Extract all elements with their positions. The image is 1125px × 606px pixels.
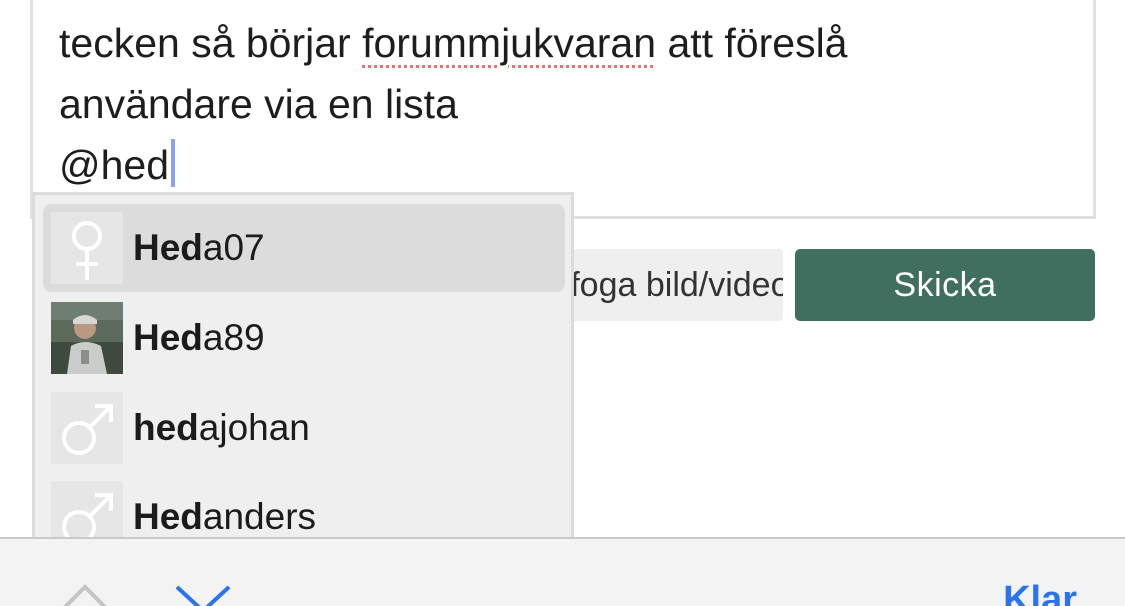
- remaining-text: ajohan: [198, 407, 310, 448]
- mention-username: Heda89: [133, 317, 265, 359]
- attach-media-button[interactable]: Bifoga bild/video: [540, 249, 783, 321]
- matched-text: hed: [133, 407, 199, 448]
- misspelled-word: forummjukvaran: [362, 20, 657, 66]
- message-textarea[interactable]: tecken så börjar forummjukvaran att före…: [30, 0, 1096, 219]
- matched-text: Hed: [133, 227, 203, 268]
- text-caret: [171, 139, 176, 187]
- chevron-up-icon[interactable]: [60, 583, 110, 606]
- text-line-1: tecken så börjar forummjukvaran att före…: [59, 13, 1073, 74]
- profile-photo: [51, 302, 123, 374]
- remaining-text: a07: [202, 227, 265, 268]
- text-line-3: @hed: [59, 135, 1073, 196]
- mention-query: @hed: [59, 142, 170, 188]
- mention-username: hedajohan: [133, 407, 310, 449]
- mention-suggestion-list: Heda07 Heda89 hedajohan Hedanders: [32, 192, 574, 538]
- mention-username: Hedanders: [133, 496, 316, 538]
- chevron-down-icon[interactable]: [174, 583, 232, 606]
- female-symbol-icon: [51, 212, 123, 284]
- male-symbol-icon: [51, 392, 123, 464]
- message-text: tecken så börjar forummjukvaran att före…: [59, 13, 1073, 196]
- done-button[interactable]: Klar: [1003, 579, 1077, 606]
- mention-username: Heda07: [133, 227, 265, 269]
- remaining-text: anders: [202, 496, 317, 537]
- mention-item-1[interactable]: Heda07: [43, 204, 565, 292]
- mention-item-2[interactable]: Heda89: [43, 294, 565, 382]
- mention-item-3[interactable]: hedajohan: [43, 384, 565, 472]
- matched-text: Hed: [133, 496, 203, 537]
- remaining-text: a89: [202, 317, 265, 358]
- text-line-2: användare via en lista: [59, 81, 458, 127]
- send-button[interactable]: Skicka: [795, 249, 1095, 321]
- mention-item-4[interactable]: Hedanders: [43, 473, 565, 538]
- text-segment: att föreslå: [656, 20, 848, 66]
- male-symbol-icon: [51, 481, 123, 538]
- keyboard-accessory-toolbar: Klar: [0, 537, 1125, 606]
- matched-text: Hed: [133, 317, 203, 358]
- text-segment: tecken så börjar: [59, 20, 363, 66]
